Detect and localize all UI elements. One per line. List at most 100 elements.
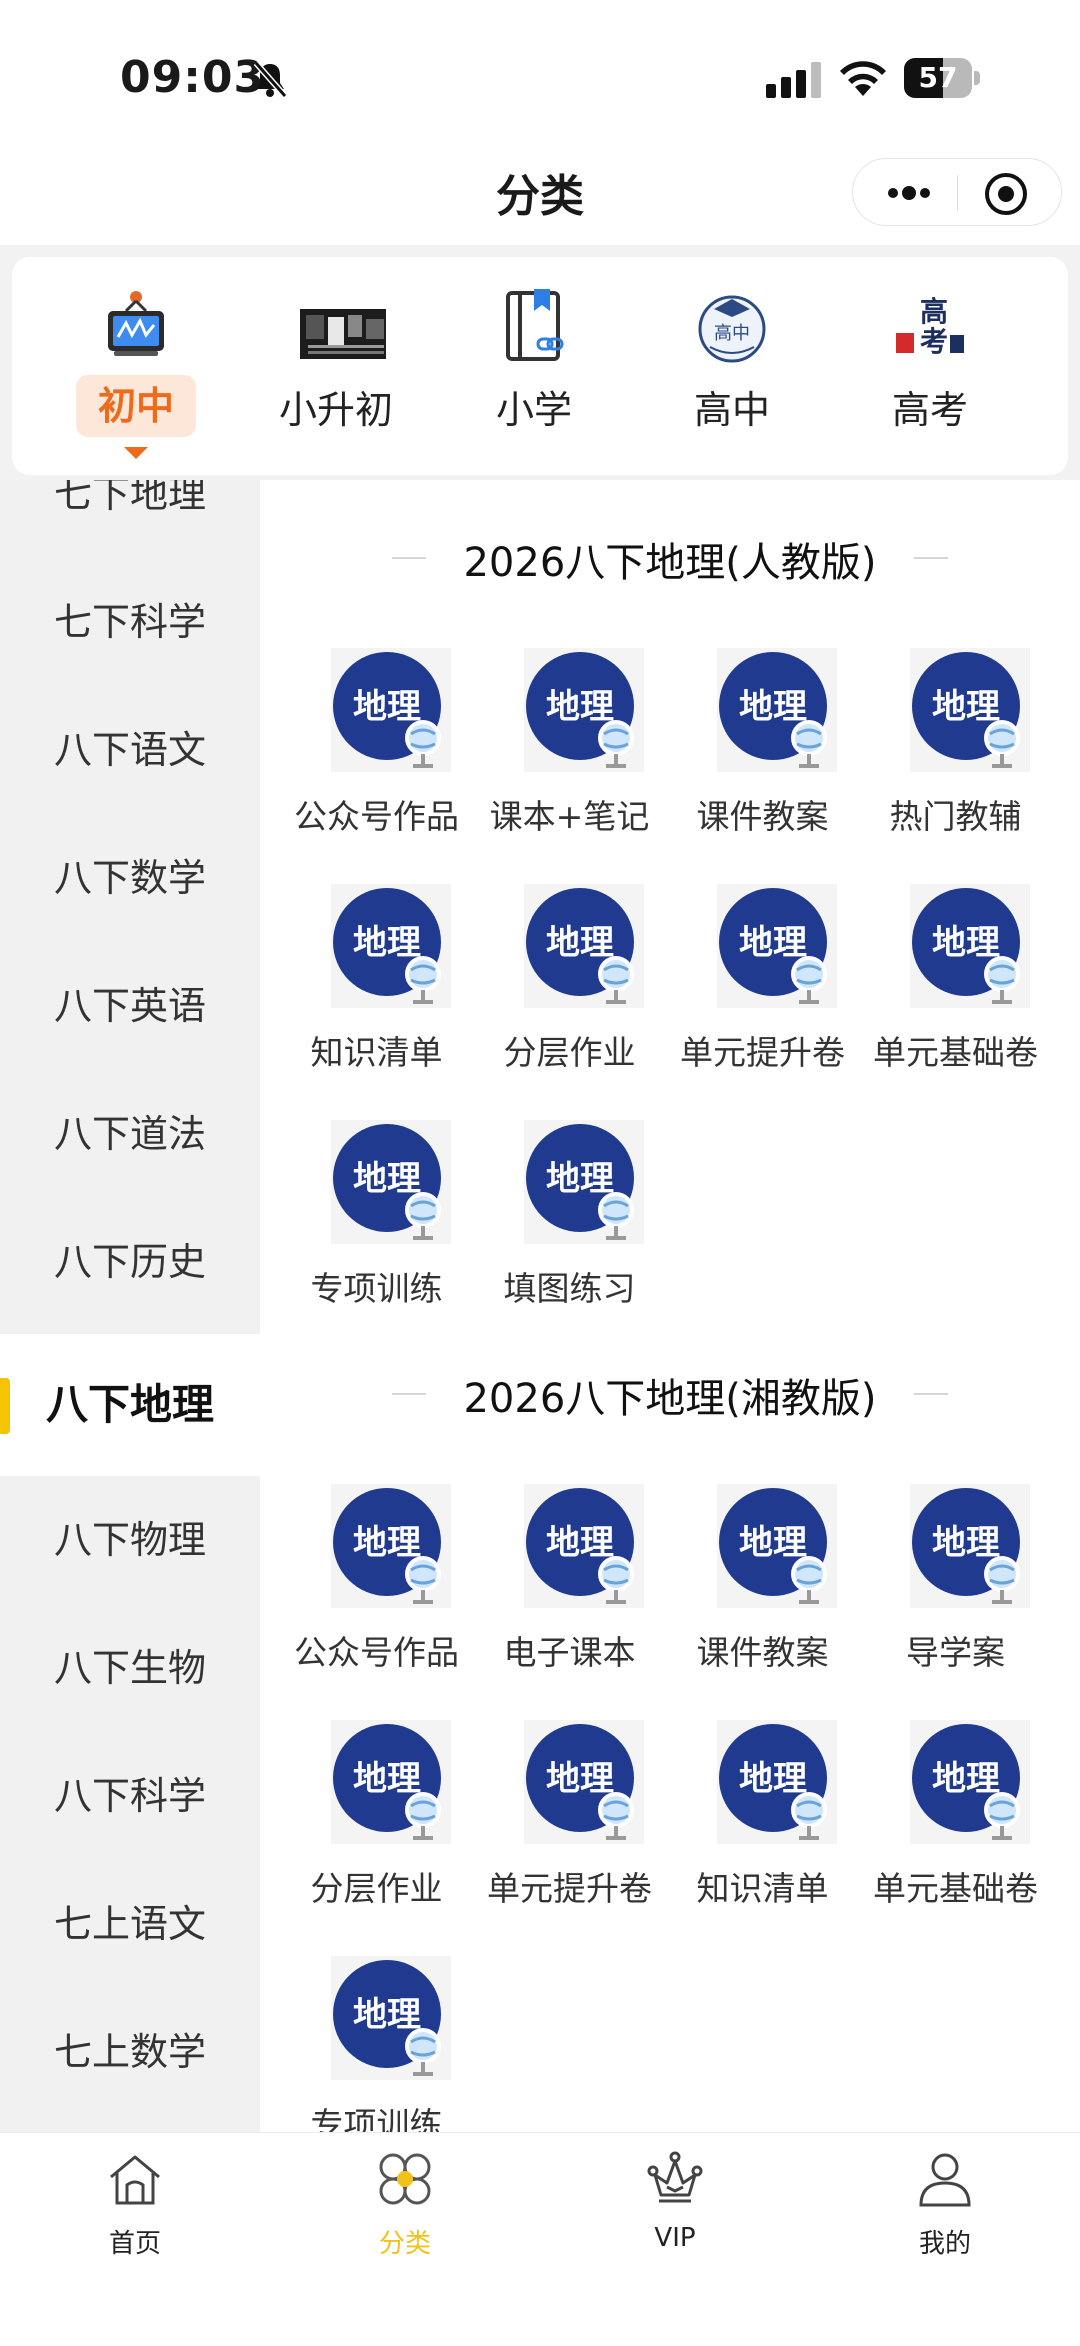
tab-vip[interactable]: VIP — [540, 2149, 810, 2279]
resource-tile[interactable]: 地理 知识清单 — [666, 1720, 859, 1930]
tab-label: VIP — [654, 2223, 696, 2253]
sidebar-item[interactable]: 七下科学 — [0, 558, 260, 686]
resource-tile[interactable]: 地理 专项训练 — [280, 1120, 473, 1330]
more-icon[interactable] — [881, 173, 937, 213]
geography-icon: 地理 — [524, 1120, 644, 1244]
grade-tab-primary-to-middle[interactable]: 小升初 — [246, 287, 426, 467]
tile-label: 单元基础卷 — [873, 1869, 1038, 1908]
tab-label: 分类 — [378, 2229, 431, 2259]
tile-label: 专项训练 — [310, 1269, 443, 1308]
resource-tile[interactable]: 地理 课本+笔记 — [473, 648, 666, 858]
tile-label: 课件教案 — [696, 797, 829, 836]
geography-icon: 地理 — [331, 884, 451, 1008]
svg-text:地理: 地理 — [353, 923, 421, 963]
resource-tile[interactable]: 地理 知识清单 — [280, 884, 473, 1094]
close-target-icon[interactable] — [983, 171, 1029, 217]
graduation-cap-icon: 高中 — [698, 295, 766, 363]
section-title: 2026八下地理(湘教版) — [463, 1376, 877, 1422]
resource-tile[interactable]: 地理 填图练习 — [473, 1120, 666, 1330]
grade-label-primary: 小学 — [495, 388, 572, 432]
svg-text:地理: 地理 — [353, 1759, 421, 1799]
geography-icon: 地理 — [910, 1720, 1030, 1844]
geography-icon: 地理 — [524, 1484, 644, 1608]
active-marker — [0, 1378, 10, 1434]
grade-tab-primary[interactable]: 小学 — [444, 287, 624, 467]
grade-tabs-container: 初中 小升初 小学 高中 高中 高 考 高考 — [0, 245, 1080, 480]
banner-image-icon — [300, 309, 386, 359]
svg-text:高: 高 — [920, 295, 948, 328]
sidebar-item[interactable]: 八下历史 — [0, 1198, 260, 1326]
tab-home[interactable]: 首页 — [0, 2149, 270, 2279]
sidebar-item[interactable]: 八下物理 — [0, 1476, 260, 1604]
resource-tile[interactable]: 地理热门教辅 — [859, 648, 1052, 858]
svg-text:高中: 高中 — [714, 323, 750, 344]
sidebar-item[interactable]: 七下地理 — [0, 480, 260, 558]
tile-label: 知识清单 — [696, 1869, 829, 1908]
tile-label: 电子课本 — [503, 1633, 636, 1672]
geography-icon: 地理 — [717, 1484, 837, 1608]
svg-text:地理: 地理 — [546, 687, 614, 727]
section-header: 2026八下地理(人教版) — [260, 530, 1080, 588]
svg-text:考: 考 — [920, 325, 948, 358]
section-header: 2026八下地理(湘教版) — [260, 1366, 1080, 1424]
grade-label-gaokao: 高考 — [891, 388, 968, 432]
resource-tile[interactable]: 地理 分层作业 — [280, 1720, 473, 1930]
resource-tile[interactable]: 地理 单元基础卷 — [859, 884, 1052, 1094]
resource-tile[interactable]: 地理 单元提升卷 — [473, 1720, 666, 1930]
status-bar: 09:03 57 — [0, 0, 1080, 150]
tile-label: 导学案 — [906, 1633, 1005, 1672]
grade-label-junior-high: 初中 — [76, 375, 196, 437]
resource-content: 2026八下地理(人教版) 地理 公众号作品 地理 课本+笔记 地理 课件教案 地理热… — [260, 480, 1080, 2132]
tab-label: 首页 — [108, 2229, 161, 2259]
mini-program-capsule — [852, 158, 1062, 226]
sidebar-item[interactable]: 八下生物 — [0, 1604, 260, 1732]
battery-percent: 57 — [918, 61, 958, 94]
resource-tile[interactable]: 地理 分层作业 — [473, 884, 666, 1094]
svg-text:地理: 地理 — [546, 1523, 614, 1563]
tile-label: 单元基础卷 — [873, 1033, 1038, 1072]
sidebar-item[interactable]: 八下英语 — [0, 942, 260, 1070]
status-time: 09:03 — [120, 52, 266, 103]
grade-tab-senior-high[interactable]: 高中 高中 — [642, 287, 822, 467]
resource-tile[interactable]: 地理 专项训练 — [280, 1956, 473, 2132]
geography-icon: 地理 — [524, 648, 644, 772]
resource-tile[interactable]: 地理单元基础卷 — [859, 1720, 1052, 1930]
svg-text:地理: 地理 — [546, 1759, 614, 1799]
svg-text:地理: 地理 — [353, 687, 421, 727]
geography-icon: 地理 — [910, 648, 1030, 772]
sidebar-item[interactable]: 七上语文 — [0, 1860, 260, 1988]
grade-tab-gaokao[interactable]: 高 考 高考 — [840, 287, 1020, 467]
geography-icon: 地理 — [524, 884, 644, 1008]
grade-label-senior-high: 高中 — [693, 388, 770, 432]
resource-tile[interactable]: 地理导学案 — [859, 1484, 1052, 1694]
sidebar-item[interactable]: 八下道法 — [0, 1070, 260, 1198]
tile-label: 公众号作品 — [294, 797, 459, 836]
resource-tile[interactable]: 地理公众号作品 — [280, 648, 473, 858]
sidebar-item-label: 八下地理 — [45, 1380, 214, 1429]
resource-tile[interactable]: 地理电子课本 — [473, 1484, 666, 1694]
svg-text:地理: 地理 — [739, 687, 807, 727]
crown-icon — [647, 2151, 703, 2203]
resource-tile[interactable]: 地理 公众号作品 — [280, 1484, 473, 1694]
geography-icon: 地理 — [524, 1720, 644, 1844]
sidebar-item[interactable]: 八下科学 — [0, 1732, 260, 1860]
battery-indicator: 57 — [904, 58, 980, 98]
tile-label: 课件教案 — [696, 1633, 829, 1672]
svg-text:地理: 地理 — [546, 1159, 614, 1199]
tab-mine[interactable]: 我的 — [810, 2149, 1080, 2279]
tile-label: 热门教辅 — [889, 797, 1022, 836]
active-caret — [124, 447, 148, 459]
grade-tab-junior-high[interactable]: 初中 — [46, 287, 226, 467]
geography-icon: 地理 — [910, 1484, 1030, 1608]
resource-tile[interactable]: 地理课件教案 — [666, 1484, 859, 1694]
sidebar-item[interactable]: 八下数学 — [0, 814, 260, 942]
resource-tile[interactable]: 地理 单元提升卷 — [666, 884, 859, 1094]
tile-label: 专项训练 — [310, 2105, 443, 2132]
resource-tile[interactable]: 地理课件教案 — [666, 648, 859, 858]
signal-icon — [766, 62, 821, 98]
sidebar-item-active[interactable]: 八下地理 — [0, 1334, 260, 1476]
sidebar-item[interactable]: 八下语文 — [0, 686, 260, 814]
svg-text:地理: 地理 — [546, 923, 614, 963]
tab-category[interactable]: 分类 — [270, 2149, 540, 2279]
sidebar-item[interactable]: 七上数学 — [0, 1988, 260, 2116]
